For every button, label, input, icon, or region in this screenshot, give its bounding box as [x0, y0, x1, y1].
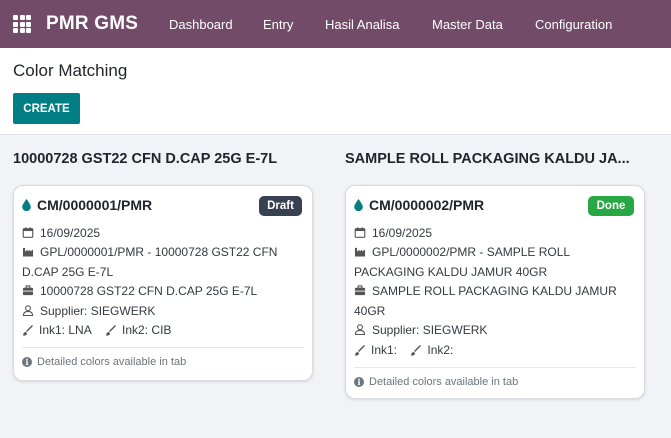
ink1-label: Ink1: [371, 343, 398, 357]
gpl-line: GPL/0000001/PMR - 10000728 GST22 CFN D.C… [22, 243, 307, 282]
card-divider [354, 367, 636, 368]
card-gpl: GPL/0000002/PMR - SAMPLE ROLL PACKAGING … [354, 245, 570, 279]
card-note: i Detailed colors available in tab [22, 356, 186, 368]
page-title: Color Matching [13, 61, 128, 80]
card-supplier: Supplier: SIEGWERK [372, 323, 488, 337]
card-gpl: GPL/0000001/PMR - 10000728 GST22 CFN D.C… [22, 245, 278, 279]
kanban-card[interactable]: CM/0000002/PMR Done 16/09/2025 GPL/00000… [345, 185, 645, 399]
card-note-text: Detailed colors available in tab [369, 376, 519, 388]
brush-icon [355, 345, 365, 356]
info-icon: i [354, 377, 364, 387]
card-product: 10000728 GST22 CFN D.CAP 25G E-7L [40, 284, 258, 298]
date-line: 16/09/2025 [22, 224, 100, 244]
status-badge: Draft [259, 196, 302, 216]
product-line: SAMPLE ROLL PACKAGING KALDU JAMUR 40GR [354, 282, 639, 321]
ink2-item: Ink2: CIB [105, 323, 171, 337]
card-date: 16/09/2025 [372, 226, 433, 240]
brand-name[interactable]: PMR GMS [46, 13, 138, 35]
ink2-item: Ink2: [410, 343, 453, 357]
card-supplier: Supplier: SIEGWERK [40, 304, 156, 318]
card-divider [22, 347, 304, 348]
brush-icon [106, 325, 117, 336]
supplier-line: Supplier: SIEGWERK [22, 302, 155, 322]
supplier-line: Supplier: SIEGWERK [354, 321, 487, 341]
calendar-icon [354, 227, 366, 238]
product-line: 10000728 GST22 CFN D.CAP 25G E-7L [22, 282, 257, 302]
card-header: CM/0000001/PMR [22, 197, 152, 213]
calendar-icon [22, 227, 34, 238]
factory-icon [354, 247, 366, 257]
ink2-label: Ink2: CIB [122, 323, 172, 337]
briefcase-icon [22, 285, 34, 296]
ink1-label: Ink1: LNA [39, 323, 92, 337]
group-title[interactable]: 10000728 GST22 CFN D.CAP 25G E-7L [13, 151, 313, 167]
card-note: i Detailed colors available in tab [354, 376, 518, 388]
nav-item-dashboard[interactable]: Dashboard [169, 17, 233, 32]
card-header: CM/0000002/PMR [354, 197, 484, 213]
drop-icon [22, 199, 31, 211]
nav-item-hasil-analisa[interactable]: Hasil Analisa [325, 17, 399, 32]
inks-line: Ink1: LNA Ink2: CIB [22, 323, 181, 337]
factory-icon [22, 247, 34, 257]
apps-grid-icon[interactable] [13, 15, 31, 33]
card-product: SAMPLE ROLL PACKAGING KALDU JAMUR 40GR [354, 284, 617, 318]
date-line: 16/09/2025 [354, 224, 432, 244]
card-note-text: Detailed colors available in tab [37, 356, 187, 368]
kanban-card[interactable]: CM/0000001/PMR Draft 16/09/2025 GPL/0000… [13, 185, 313, 381]
top-navbar: PMR GMS Dashboard Entry Hasil Analisa Ma… [0, 0, 671, 48]
brush-icon [23, 325, 33, 336]
create-button[interactable]: CREATE [13, 93, 80, 124]
briefcase-icon [354, 285, 366, 296]
ink1-item: Ink1: LNA [22, 323, 92, 337]
card-date: 16/09/2025 [40, 226, 101, 240]
nav-item-entry[interactable]: Entry [263, 17, 293, 32]
user-icon [22, 305, 34, 316]
inks-line: Ink1: Ink2: [354, 343, 463, 357]
user-icon [354, 324, 366, 335]
ink2-label: Ink2: [427, 343, 454, 357]
control-panel: Color Matching CREATE [0, 48, 671, 135]
ink1-item: Ink1: [354, 343, 397, 357]
group-title[interactable]: SAMPLE ROLL PACKAGING KALDU JA... [345, 151, 637, 167]
brush-icon [411, 345, 422, 356]
nav-item-master-data[interactable]: Master Data [432, 17, 503, 32]
info-icon: i [22, 357, 32, 367]
gpl-line: GPL/0000002/PMR - SAMPLE ROLL PACKAGING … [354, 243, 629, 282]
drop-icon [354, 199, 363, 211]
nav-item-configuration[interactable]: Configuration [535, 17, 612, 32]
card-reference: CM/0000001/PMR [37, 197, 153, 213]
status-badge: Done [588, 196, 634, 216]
card-reference: CM/0000002/PMR [369, 197, 485, 213]
